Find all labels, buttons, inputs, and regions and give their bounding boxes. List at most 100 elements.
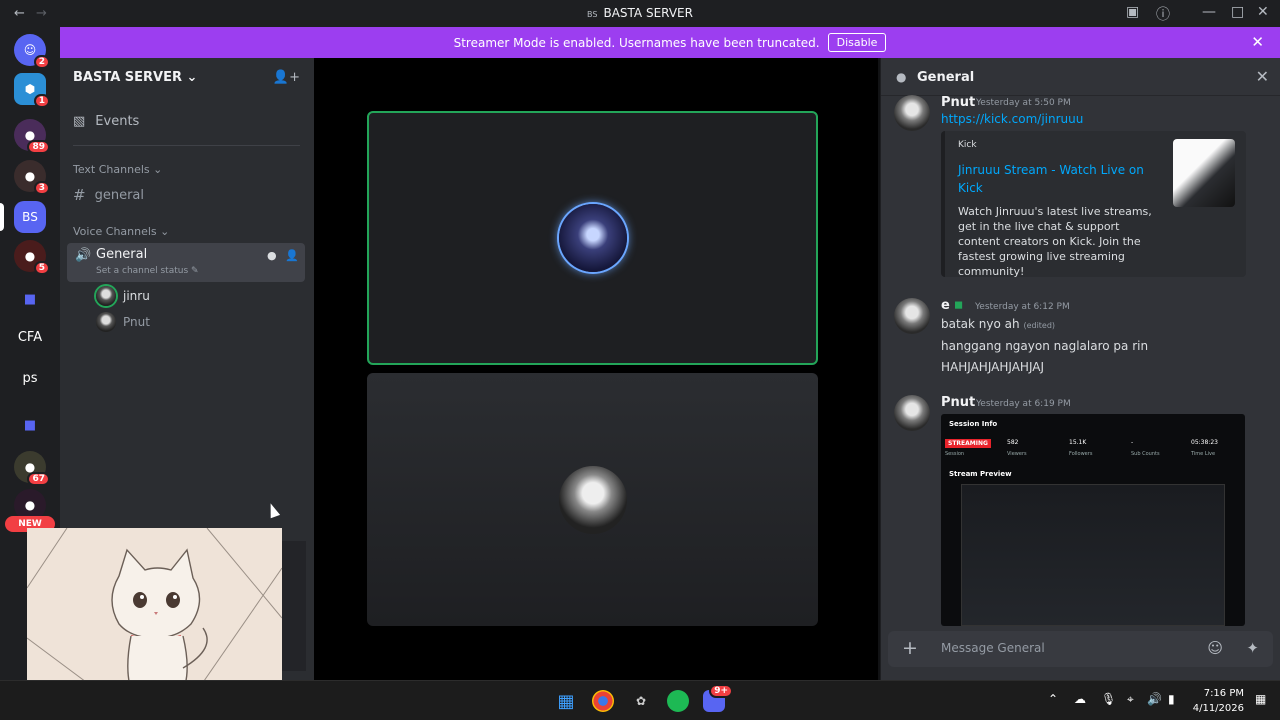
app-icon[interactable]: ✿ — [630, 690, 652, 712]
chevron-down-icon: ⌄ — [160, 225, 170, 238]
message-author[interactable]: Pnut — [941, 395, 975, 410]
battery-icon[interactable]: ▮ — [1168, 692, 1175, 706]
message-link[interactable]: https://kick.com/jinruuu — [941, 112, 1083, 126]
embed-thumbnail[interactable] — [1173, 139, 1235, 207]
stat-value: 15.1K — [1069, 439, 1087, 446]
stream-preview-header: Stream Preview — [949, 470, 1012, 478]
message-author[interactable]: e — [941, 298, 950, 313]
close-icon[interactable]: ✕ — [1251, 33, 1264, 51]
unread-badge: 1 — [33, 94, 50, 108]
image-attachment[interactable]: Session Info STREAMING Session 582 Viewe… — [941, 414, 1245, 626]
avatar — [558, 204, 627, 272]
chat-bubble-icon[interactable]: ● — [267, 249, 277, 262]
wifi-icon[interactable]: ⌖ — [1127, 692, 1134, 707]
inbox-icon[interactable]: ▣ — [1126, 4, 1139, 20]
category-text-channels[interactable]: Text Channels ⌄ — [73, 163, 162, 176]
message-line: batak nyo ah — [941, 317, 1020, 331]
avatar[interactable] — [894, 298, 930, 334]
embed-title[interactable]: Jinruuu Stream - Watch Live on Kick — [958, 161, 1163, 197]
taskbar: ▦ ✿ 9+ ⌃ ☁ 🎙 ⌖ 🔊 ▮ 7:16 PM 4/11/2026 ▦ — [0, 680, 1280, 720]
stat-value: 05:38:23 — [1191, 439, 1218, 446]
folder-icon[interactable]: ■ — [14, 409, 46, 441]
message-timestamp: Yesterday at 6:12 PM — [975, 302, 1070, 312]
channel-general-text[interactable]: # general — [73, 186, 144, 204]
shield-icon: ◼ — [954, 298, 964, 311]
embed-provider[interactable]: Kick — [958, 140, 977, 150]
notification-icon[interactable]: ▦ — [1255, 692, 1266, 706]
windows-start-icon[interactable]: ▦ — [555, 690, 577, 712]
spotify-icon[interactable] — [667, 690, 689, 712]
category-label: Voice Channels — [73, 225, 157, 238]
streamer-mode-banner: Streamer Mode is enabled. Usernames have… — [60, 27, 1280, 58]
close-icon[interactable]: ✕ — [1256, 67, 1269, 86]
minimize-icon[interactable]: — — [1202, 4, 1216, 20]
participant-tile[interactable] — [367, 373, 818, 626]
pencil-icon: ✎ — [191, 266, 199, 276]
message-input[interactable]: Message General — [941, 641, 1045, 655]
cloud-icon[interactable]: ☁ — [1074, 692, 1086, 706]
events-label: Events — [95, 114, 140, 129]
anime-server-icon[interactable]: ● 67 — [14, 451, 50, 486]
events-item[interactable]: ▧ Events — [73, 114, 139, 129]
chevron-up-icon[interactable]: ⌃ — [1048, 692, 1058, 706]
voice-channel-name: General — [96, 247, 148, 262]
category-voice-channels[interactable]: Voice Channels ⌄ — [73, 225, 169, 238]
disable-button[interactable]: Disable — [827, 33, 887, 52]
volume-icon[interactable]: 🔊 — [1147, 692, 1162, 706]
stream-preview-image — [961, 484, 1225, 626]
channel-label: general — [94, 187, 144, 203]
anime-server-icon[interactable]: ● 5 — [14, 240, 50, 275]
message-text: hanggang ngayon naglalaro pa rin — [941, 339, 1149, 353]
member-name: jinru — [123, 289, 150, 303]
chrome-icon[interactable] — [592, 690, 614, 712]
voice-text-chat: ● General ✕ Pnut Yesterday at 5:50 PM ht… — [880, 58, 1280, 680]
server-name-text: BASTA SERVER — [73, 70, 182, 85]
avatar[interactable] — [894, 395, 930, 431]
stat-label: Viewers — [1007, 451, 1027, 457]
stat-label: Time Live — [1191, 451, 1216, 457]
add-member-icon[interactable]: 👤+ — [273, 70, 300, 85]
hexagon-app-icon[interactable]: ⬢ 1 — [14, 73, 50, 108]
discord-taskbar-icon[interactable]: 9+ — [703, 684, 733, 712]
stat-label: Session — [945, 451, 965, 457]
link-embed: Kick Jinruuu Stream - Watch Live on Kick… — [941, 131, 1246, 278]
clock[interactable]: 7:16 PM 4/11/2026 — [1193, 686, 1244, 716]
anime-server-icon[interactable]: ● 3 — [14, 160, 50, 195]
speaker-icon: 🔊 — [75, 248, 92, 263]
server-bs[interactable]: BS — [14, 201, 46, 233]
embed-description: Watch Jinruuu's latest live streams, get… — [958, 205, 1152, 278]
streaming-tag: STREAMING — [945, 439, 991, 448]
folder-icon[interactable]: ■ — [14, 283, 46, 315]
voice-stage — [314, 58, 878, 680]
anime-server-icon[interactable]: ● 89 — [14, 119, 50, 154]
server-ps[interactable]: ps — [14, 362, 46, 394]
discord-icon[interactable]: ☺ 2 — [14, 34, 50, 69]
divider — [73, 145, 300, 146]
unread-badge: 3 — [33, 181, 50, 195]
emoji-icon[interactable]: ☺ — [1207, 639, 1223, 657]
voice-channel-general[interactable]: 🔊 General Set a channel status ✎ ● 👤 — [67, 243, 305, 282]
server-cfa[interactable]: CFA — [14, 321, 46, 353]
session-info-header: Session Info — [949, 420, 998, 428]
voice-member[interactable]: Pnut — [96, 312, 150, 332]
plus-icon[interactable]: + — [902, 637, 918, 659]
apps-icon[interactable]: ✦ — [1246, 639, 1259, 657]
message-text: HAHJAHJAHJAHJAJ — [941, 360, 1045, 374]
server-name[interactable]: BASTA SERVER ⌄ — [73, 70, 197, 85]
voice-member[interactable]: jinru — [96, 286, 150, 306]
avatar — [96, 312, 116, 332]
avatar[interactable] — [894, 95, 930, 131]
close-window-icon[interactable]: ✕ — [1257, 4, 1269, 20]
message-author[interactable]: Pnut — [941, 95, 975, 110]
microphone-icon[interactable]: 🎙 — [1101, 692, 1116, 706]
set-status-link[interactable]: Set a channel status ✎ — [96, 266, 199, 276]
unread-badge: 2 — [33, 55, 50, 69]
invite-icon[interactable]: 👤 — [285, 249, 299, 262]
chat-bubble-icon: ● — [896, 70, 907, 84]
participant-tile-speaking[interactable] — [367, 111, 818, 365]
message-composer[interactable]: + Message General ☺ ✦ — [888, 631, 1273, 667]
window-title-text: BASTA SERVER — [603, 6, 693, 20]
help-icon[interactable]: ⓘ — [1156, 4, 1170, 24]
status-placeholder: Set a channel status — [96, 266, 189, 276]
maximize-icon[interactable]: □ — [1231, 4, 1244, 20]
